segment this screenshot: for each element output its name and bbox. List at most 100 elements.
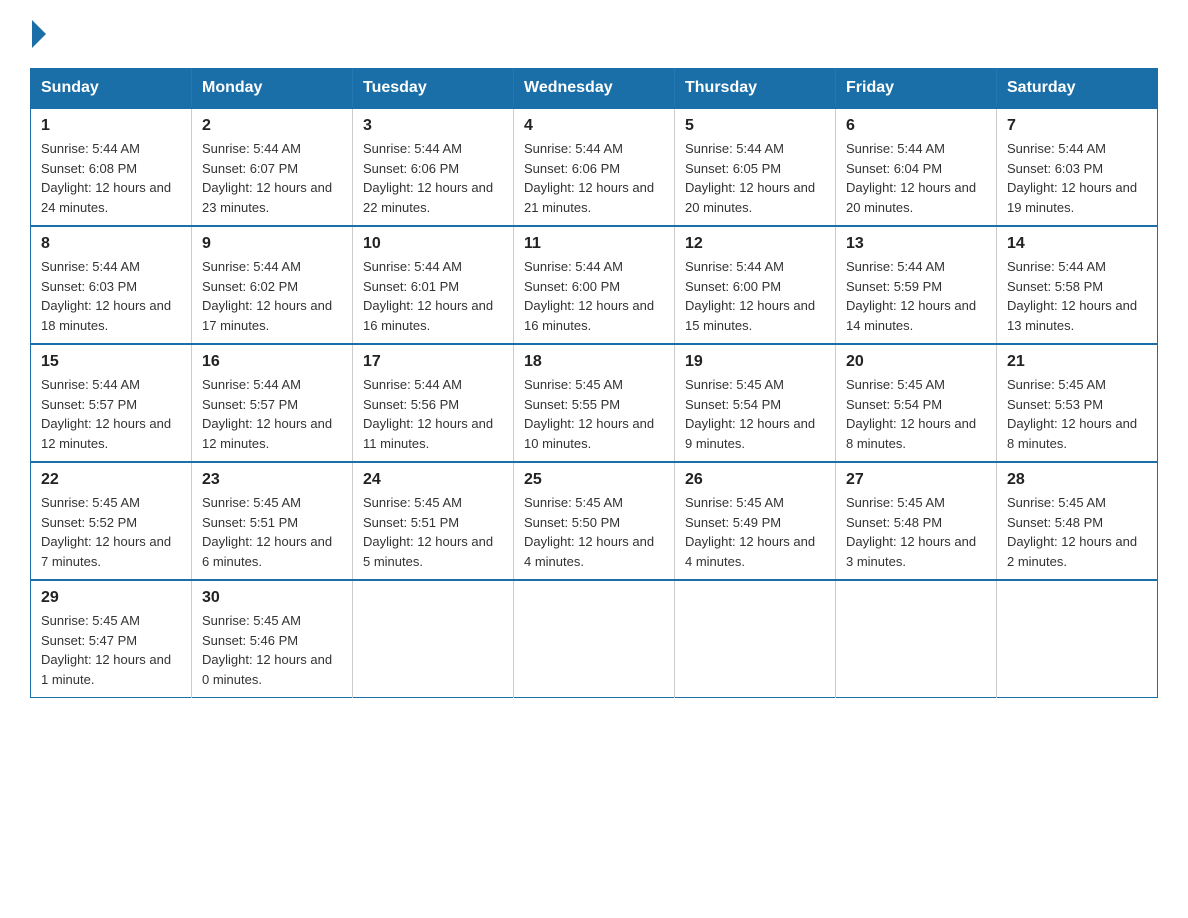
calendar-cell: 27 Sunrise: 5:45 AM Sunset: 5:48 PM Dayl… bbox=[836, 462, 997, 580]
day-number: 21 bbox=[1007, 353, 1147, 371]
day-info: Sunrise: 5:45 AM Sunset: 5:55 PM Dayligh… bbox=[524, 375, 664, 453]
day-number: 22 bbox=[41, 471, 181, 489]
day-info: Sunrise: 5:45 AM Sunset: 5:46 PM Dayligh… bbox=[202, 611, 342, 689]
day-info: Sunrise: 5:44 AM Sunset: 6:00 PM Dayligh… bbox=[524, 257, 664, 335]
day-info: Sunrise: 5:45 AM Sunset: 5:53 PM Dayligh… bbox=[1007, 375, 1147, 453]
day-number: 2 bbox=[202, 117, 342, 135]
calendar-week-5: 29 Sunrise: 5:45 AM Sunset: 5:47 PM Dayl… bbox=[31, 580, 1158, 698]
calendar-cell bbox=[836, 580, 997, 698]
day-info: Sunrise: 5:44 AM Sunset: 6:06 PM Dayligh… bbox=[363, 139, 503, 217]
calendar-body: 1 Sunrise: 5:44 AM Sunset: 6:08 PM Dayli… bbox=[31, 108, 1158, 698]
calendar-week-2: 8 Sunrise: 5:44 AM Sunset: 6:03 PM Dayli… bbox=[31, 226, 1158, 344]
day-info: Sunrise: 5:45 AM Sunset: 5:47 PM Dayligh… bbox=[41, 611, 181, 689]
calendar-cell: 1 Sunrise: 5:44 AM Sunset: 6:08 PM Dayli… bbox=[31, 108, 192, 226]
calendar-table: SundayMondayTuesdayWednesdayThursdayFrid… bbox=[30, 68, 1158, 698]
day-number: 25 bbox=[524, 471, 664, 489]
day-number: 13 bbox=[846, 235, 986, 253]
days-of-week-row: SundayMondayTuesdayWednesdayThursdayFrid… bbox=[31, 69, 1158, 109]
page-header bbox=[30, 20, 1158, 48]
day-info: Sunrise: 5:44 AM Sunset: 6:04 PM Dayligh… bbox=[846, 139, 986, 217]
calendar-cell: 2 Sunrise: 5:44 AM Sunset: 6:07 PM Dayli… bbox=[192, 108, 353, 226]
calendar-cell: 23 Sunrise: 5:45 AM Sunset: 5:51 PM Dayl… bbox=[192, 462, 353, 580]
day-number: 30 bbox=[202, 589, 342, 607]
calendar-week-4: 22 Sunrise: 5:45 AM Sunset: 5:52 PM Dayl… bbox=[31, 462, 1158, 580]
day-info: Sunrise: 5:45 AM Sunset: 5:48 PM Dayligh… bbox=[1007, 493, 1147, 571]
calendar-cell: 4 Sunrise: 5:44 AM Sunset: 6:06 PM Dayli… bbox=[514, 108, 675, 226]
weekday-header-wednesday: Wednesday bbox=[514, 69, 675, 109]
day-info: Sunrise: 5:44 AM Sunset: 6:08 PM Dayligh… bbox=[41, 139, 181, 217]
day-info: Sunrise: 5:45 AM Sunset: 5:52 PM Dayligh… bbox=[41, 493, 181, 571]
calendar-cell: 6 Sunrise: 5:44 AM Sunset: 6:04 PM Dayli… bbox=[836, 108, 997, 226]
day-number: 7 bbox=[1007, 117, 1147, 135]
calendar-cell: 8 Sunrise: 5:44 AM Sunset: 6:03 PM Dayli… bbox=[31, 226, 192, 344]
calendar-cell: 29 Sunrise: 5:45 AM Sunset: 5:47 PM Dayl… bbox=[31, 580, 192, 698]
calendar-cell bbox=[514, 580, 675, 698]
calendar-cell: 22 Sunrise: 5:45 AM Sunset: 5:52 PM Dayl… bbox=[31, 462, 192, 580]
day-number: 28 bbox=[1007, 471, 1147, 489]
day-number: 15 bbox=[41, 353, 181, 371]
calendar-cell: 7 Sunrise: 5:44 AM Sunset: 6:03 PM Dayli… bbox=[997, 108, 1158, 226]
day-number: 20 bbox=[846, 353, 986, 371]
calendar-cell: 19 Sunrise: 5:45 AM Sunset: 5:54 PM Dayl… bbox=[675, 344, 836, 462]
calendar-cell: 15 Sunrise: 5:44 AM Sunset: 5:57 PM Dayl… bbox=[31, 344, 192, 462]
day-number: 14 bbox=[1007, 235, 1147, 253]
day-info: Sunrise: 5:45 AM Sunset: 5:50 PM Dayligh… bbox=[524, 493, 664, 571]
calendar-cell: 3 Sunrise: 5:44 AM Sunset: 6:06 PM Dayli… bbox=[353, 108, 514, 226]
calendar-cell: 10 Sunrise: 5:44 AM Sunset: 6:01 PM Dayl… bbox=[353, 226, 514, 344]
day-number: 3 bbox=[363, 117, 503, 135]
day-info: Sunrise: 5:44 AM Sunset: 5:58 PM Dayligh… bbox=[1007, 257, 1147, 335]
day-info: Sunrise: 5:44 AM Sunset: 6:00 PM Dayligh… bbox=[685, 257, 825, 335]
weekday-header-sunday: Sunday bbox=[31, 69, 192, 109]
logo-arrow-icon bbox=[32, 20, 46, 48]
day-info: Sunrise: 5:44 AM Sunset: 5:57 PM Dayligh… bbox=[202, 375, 342, 453]
calendar-cell: 28 Sunrise: 5:45 AM Sunset: 5:48 PM Dayl… bbox=[997, 462, 1158, 580]
calendar-cell: 16 Sunrise: 5:44 AM Sunset: 5:57 PM Dayl… bbox=[192, 344, 353, 462]
day-number: 10 bbox=[363, 235, 503, 253]
calendar-cell: 13 Sunrise: 5:44 AM Sunset: 5:59 PM Dayl… bbox=[836, 226, 997, 344]
calendar-header: SundayMondayTuesdayWednesdayThursdayFrid… bbox=[31, 69, 1158, 109]
day-number: 26 bbox=[685, 471, 825, 489]
weekday-header-monday: Monday bbox=[192, 69, 353, 109]
weekday-header-tuesday: Tuesday bbox=[353, 69, 514, 109]
calendar-cell: 21 Sunrise: 5:45 AM Sunset: 5:53 PM Dayl… bbox=[997, 344, 1158, 462]
day-info: Sunrise: 5:44 AM Sunset: 6:03 PM Dayligh… bbox=[1007, 139, 1147, 217]
calendar-cell bbox=[675, 580, 836, 698]
calendar-week-3: 15 Sunrise: 5:44 AM Sunset: 5:57 PM Dayl… bbox=[31, 344, 1158, 462]
day-number: 23 bbox=[202, 471, 342, 489]
day-info: Sunrise: 5:44 AM Sunset: 6:05 PM Dayligh… bbox=[685, 139, 825, 217]
day-info: Sunrise: 5:44 AM Sunset: 5:57 PM Dayligh… bbox=[41, 375, 181, 453]
day-number: 24 bbox=[363, 471, 503, 489]
weekday-header-friday: Friday bbox=[836, 69, 997, 109]
day-info: Sunrise: 5:44 AM Sunset: 6:03 PM Dayligh… bbox=[41, 257, 181, 335]
day-number: 27 bbox=[846, 471, 986, 489]
day-number: 11 bbox=[524, 235, 664, 253]
day-number: 6 bbox=[846, 117, 986, 135]
day-number: 4 bbox=[524, 117, 664, 135]
calendar-cell: 17 Sunrise: 5:44 AM Sunset: 5:56 PM Dayl… bbox=[353, 344, 514, 462]
day-number: 19 bbox=[685, 353, 825, 371]
day-number: 1 bbox=[41, 117, 181, 135]
calendar-cell: 9 Sunrise: 5:44 AM Sunset: 6:02 PM Dayli… bbox=[192, 226, 353, 344]
day-info: Sunrise: 5:45 AM Sunset: 5:51 PM Dayligh… bbox=[363, 493, 503, 571]
calendar-cell: 12 Sunrise: 5:44 AM Sunset: 6:00 PM Dayl… bbox=[675, 226, 836, 344]
day-number: 17 bbox=[363, 353, 503, 371]
day-info: Sunrise: 5:44 AM Sunset: 6:01 PM Dayligh… bbox=[363, 257, 503, 335]
weekday-header-saturday: Saturday bbox=[997, 69, 1158, 109]
calendar-week-1: 1 Sunrise: 5:44 AM Sunset: 6:08 PM Dayli… bbox=[31, 108, 1158, 226]
day-number: 5 bbox=[685, 117, 825, 135]
calendar-cell: 11 Sunrise: 5:44 AM Sunset: 6:00 PM Dayl… bbox=[514, 226, 675, 344]
calendar-cell: 18 Sunrise: 5:45 AM Sunset: 5:55 PM Dayl… bbox=[514, 344, 675, 462]
day-info: Sunrise: 5:45 AM Sunset: 5:51 PM Dayligh… bbox=[202, 493, 342, 571]
day-info: Sunrise: 5:44 AM Sunset: 6:06 PM Dayligh… bbox=[524, 139, 664, 217]
day-number: 12 bbox=[685, 235, 825, 253]
logo bbox=[30, 20, 46, 48]
day-info: Sunrise: 5:44 AM Sunset: 6:07 PM Dayligh… bbox=[202, 139, 342, 217]
calendar-cell: 5 Sunrise: 5:44 AM Sunset: 6:05 PM Dayli… bbox=[675, 108, 836, 226]
calendar-cell: 26 Sunrise: 5:45 AM Sunset: 5:49 PM Dayl… bbox=[675, 462, 836, 580]
day-number: 9 bbox=[202, 235, 342, 253]
calendar-cell: 24 Sunrise: 5:45 AM Sunset: 5:51 PM Dayl… bbox=[353, 462, 514, 580]
day-number: 18 bbox=[524, 353, 664, 371]
calendar-cell bbox=[997, 580, 1158, 698]
day-info: Sunrise: 5:45 AM Sunset: 5:54 PM Dayligh… bbox=[685, 375, 825, 453]
day-number: 29 bbox=[41, 589, 181, 607]
